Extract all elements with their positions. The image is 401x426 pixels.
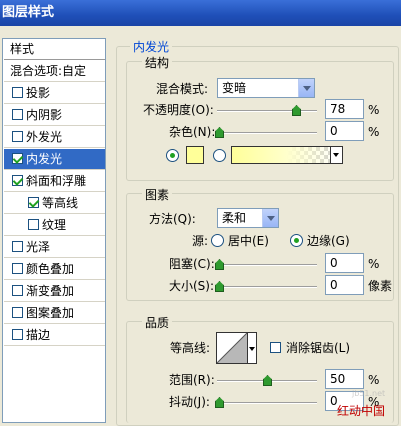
pattern-overlay-checkbox[interactable] <box>12 307 23 318</box>
blend-options-item[interactable]: 混合选项:自定 <box>4 61 105 82</box>
choke-unit: % <box>368 257 380 271</box>
sidebar-item-satin[interactable]: 光泽 <box>4 237 105 258</box>
contour-checkbox[interactable] <box>28 197 39 208</box>
opacity-label: 不透明度(O): <box>143 103 214 117</box>
watermark-url: jb51.net <box>352 389 386 398</box>
contour-label: 等高线 <box>42 196 79 210</box>
choke-input[interactable]: 0 <box>325 253 364 273</box>
range-input[interactable]: 50 <box>325 369 364 389</box>
satin-checkbox[interactable] <box>12 241 23 252</box>
sidebar-item-drop-shadow[interactable]: 投影 <box>4 83 105 104</box>
texture-label: 纹理 <box>42 218 67 232</box>
contour-dropdown[interactable] <box>248 332 257 364</box>
contour-label: 等高线: <box>170 341 211 355</box>
style-list: 样式 混合选项:自定 投影 内阴影 外发光 内发光 斜面和浮雕 等高线 纹理 光… <box>2 38 106 423</box>
jitter-label: 抖动(J): <box>169 395 210 409</box>
blend-mode-value: 变暗 <box>222 81 247 95</box>
glow-color-swatch[interactable] <box>186 146 204 164</box>
drop-shadow-checkbox[interactable] <box>12 87 23 98</box>
solid-color-radio[interactable] <box>166 149 179 162</box>
stroke-checkbox[interactable] <box>12 329 23 340</box>
color-overlay-label: 颜色叠加 <box>26 262 75 276</box>
anti-alias-label: 消除锯齿(L) <box>286 341 351 355</box>
bevel-emboss-label: 斜面和浮雕 <box>26 174 87 188</box>
gradient-radio[interactable] <box>213 149 226 162</box>
contour-preview[interactable] <box>216 332 248 364</box>
choke-slider-track[interactable] <box>217 264 317 266</box>
opacity-unit: % <box>368 103 380 117</box>
inner-glow-checkbox[interactable] <box>12 153 23 164</box>
size-input[interactable]: 0 <box>325 275 364 295</box>
chevron-down-icon <box>262 209 278 227</box>
sidebar-item-bevel-emboss[interactable]: 斜面和浮雕 <box>4 171 105 192</box>
gradient-picker[interactable] <box>231 146 343 164</box>
source-edge-label: 边缘(G) <box>307 234 350 248</box>
sidebar-item-inner-glow[interactable]: 内发光 <box>4 149 105 170</box>
stroke-label: 描边 <box>26 328 51 342</box>
sidebar-item-pattern-overlay[interactable]: 图案叠加 <box>4 303 105 324</box>
sidebar-item-outer-glow[interactable]: 外发光 <box>4 127 105 148</box>
noise-unit: % <box>368 125 380 139</box>
range-label: 范围(R): <box>169 373 215 387</box>
elements-title: 图素 <box>142 186 173 203</box>
source-label: 源: <box>192 234 209 248</box>
range-unit: % <box>368 373 380 387</box>
opacity-slider-track[interactable] <box>217 110 317 112</box>
gradient-overlay-checkbox[interactable] <box>12 285 23 296</box>
method-select[interactable]: 柔和 <box>217 208 279 228</box>
sidebar-item-gradient-overlay[interactable]: 渐变叠加 <box>4 281 105 302</box>
noise-input[interactable]: 0 <box>325 121 364 141</box>
inner-shadow-checkbox[interactable] <box>12 109 23 120</box>
gradient-dropdown-icon[interactable] <box>330 147 342 163</box>
chevron-down-icon <box>249 347 255 354</box>
satin-label: 光泽 <box>26 240 51 254</box>
sidebar-item-contour[interactable]: 等高线 <box>4 193 105 214</box>
sidebar-item-inner-shadow[interactable]: 内阴影 <box>4 105 105 126</box>
source-center-label: 居中(E) <box>228 234 269 248</box>
style-list-header: 样式 <box>4 39 105 60</box>
method-label: 方法(Q): <box>149 212 196 226</box>
size-unit: 像素 <box>368 279 393 293</box>
pattern-overlay-label: 图案叠加 <box>26 306 75 320</box>
sidebar-item-texture[interactable]: 纹理 <box>4 215 105 236</box>
inner-glow-label: 内发光 <box>26 152 63 166</box>
quality-title: 品质 <box>142 314 173 331</box>
structure-title: 结构 <box>142 54 173 71</box>
sidebar-item-color-overlay[interactable]: 颜色叠加 <box>4 259 105 280</box>
gradient-overlay-label: 渐变叠加 <box>26 284 75 298</box>
sidebar-item-stroke[interactable]: 描边 <box>4 325 105 346</box>
drop-shadow-label: 投影 <box>26 86 51 100</box>
watermark-brand: 红动中国 <box>337 404 386 418</box>
noise-slider-track[interactable] <box>217 132 317 134</box>
window-title: 图层样式 <box>0 0 401 26</box>
inner-glow-panel: 内发光 结构 混合模式: 变暗 不透明度(O): 78 % 杂色(N): 0 %… <box>112 38 401 426</box>
contour-curve-icon <box>217 333 247 363</box>
jitter-slider-track[interactable] <box>217 402 317 404</box>
inner-shadow-label: 内阴影 <box>26 108 63 122</box>
blend-mode-select[interactable]: 变暗 <box>217 78 315 98</box>
size-label: 大小(S): <box>169 279 215 293</box>
outer-glow-checkbox[interactable] <box>12 131 23 142</box>
choke-label: 阻塞(C): <box>169 257 215 271</box>
opacity-input[interactable]: 78 <box>325 99 364 119</box>
texture-checkbox[interactable] <box>28 219 39 230</box>
bevel-emboss-checkbox[interactable] <box>12 175 23 186</box>
method-value: 柔和 <box>222 211 247 225</box>
color-overlay-checkbox[interactable] <box>12 263 23 274</box>
anti-alias-checkbox[interactable] <box>270 342 281 353</box>
size-slider-track[interactable] <box>217 286 317 288</box>
chevron-down-icon <box>298 79 314 97</box>
blend-mode-label: 混合模式: <box>156 82 209 96</box>
outer-glow-label: 外发光 <box>26 130 63 144</box>
blend-options-label: 混合选项:自定 <box>10 64 87 78</box>
panel-title: 内发光 <box>130 38 173 55</box>
noise-label: 杂色(N): <box>169 125 216 139</box>
source-edge-radio[interactable] <box>290 234 303 247</box>
source-center-radio[interactable] <box>211 234 224 247</box>
